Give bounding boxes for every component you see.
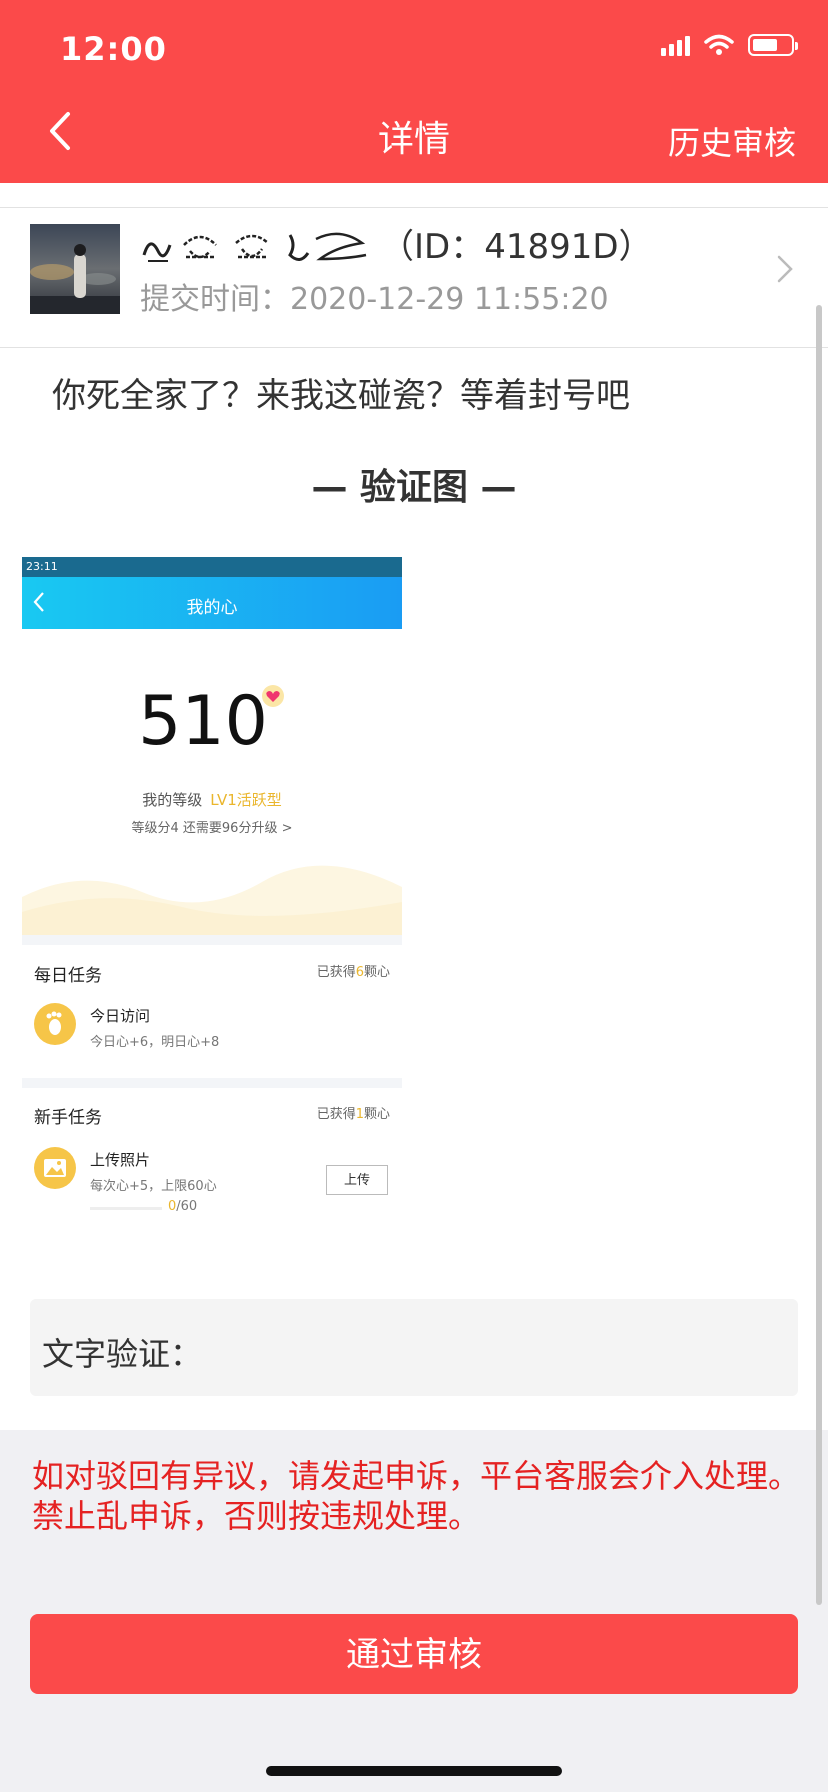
heart-icon [262, 685, 284, 707]
heart-count: 510 [138, 682, 268, 761]
divider [0, 347, 828, 348]
avatar[interactable] [30, 224, 120, 314]
level-hint: 等级分4 还需要96分升级 > [131, 821, 293, 836]
home-indicator[interactable] [266, 1766, 562, 1776]
shot-status-bar: 23:11 [22, 557, 402, 577]
approve-button[interactable]: 通过审核 [30, 1614, 798, 1694]
daily-task-sub: 今日心+6，明日心+8 [90, 1035, 220, 1050]
header-bar: 12:00 详情 历史审核 [0, 0, 828, 183]
image-icon [34, 1147, 76, 1189]
wifi-icon [704, 34, 734, 55]
divider [0, 207, 828, 208]
battery-icon [748, 34, 798, 56]
status-time: 12:00 [60, 30, 167, 68]
newbie-task-name: 上传照片 [90, 1151, 151, 1169]
newbie-earned: 已获得1颗心 [316, 1107, 390, 1122]
report-content: 你死全家了？来我这碰瓷？等着封号吧 [52, 376, 630, 416]
newbie-task-sub: 每次心+5，上限60心 [90, 1179, 217, 1194]
appeal-notice: 如对驳回有异议，请发起申诉，平台客服会介入处理。禁止乱申诉，否则按违规处理。 [32, 1457, 801, 1535]
text-verification-label: 文字验证： [42, 1335, 203, 1373]
text-verification-box: 文字验证： [30, 1299, 798, 1396]
history-review-button[interactable]: 历史审核 [668, 118, 796, 164]
shot-divider [22, 935, 402, 945]
level-value: LV1活跃型 [210, 791, 282, 809]
section-title: — 验证图 — [311, 467, 517, 508]
shot-status-time: 23:11 [26, 560, 58, 573]
submit-time: 提交时间：2020-12-29 11:55:20 [140, 282, 609, 317]
shot-nav-title: 我的心 [186, 598, 238, 618]
footprint-icon [34, 1003, 76, 1045]
daily-earned: 已获得6颗心 [316, 965, 390, 980]
scrollbar[interactable] [816, 305, 822, 1605]
masked-name-graphic [142, 232, 367, 262]
signal-icon [661, 34, 690, 56]
shot-nav-bar: 我的心 [22, 577, 402, 629]
shot-divider [22, 1078, 402, 1088]
upload-progress-bar [90, 1207, 162, 1210]
newbie-task-title: 新手任务 [34, 1108, 102, 1128]
user-id: （ID：41891D） [380, 227, 653, 267]
daily-task-title: 每日任务 [34, 966, 102, 986]
level-line: 我的等级 LV1活跃型 [22, 789, 402, 810]
level-label: 我的等级 [142, 791, 203, 809]
wave-decoration [22, 865, 402, 937]
upload-button: 上传 [326, 1165, 388, 1195]
username-masked [140, 222, 370, 272]
upload-progress-text: 0/60 [168, 1199, 198, 1214]
status-icons [661, 34, 798, 56]
verification-image[interactable]: 23:11 我的心 510 我的等级 LV1活跃型 等级分4 还需要96分升级 >… [22, 557, 402, 1237]
chevron-right-icon[interactable] [776, 254, 794, 284]
daily-task-name: 今日访问 [90, 1007, 151, 1025]
